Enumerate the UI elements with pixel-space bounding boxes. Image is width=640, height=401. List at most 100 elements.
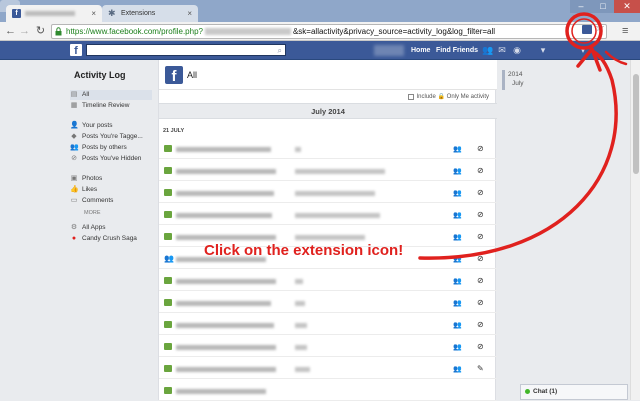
year-label[interactable]: 2014 (508, 70, 524, 79)
activity-row[interactable]: 👥 ⊘ (159, 206, 497, 225)
maximize-button[interactable]: □ (592, 0, 614, 13)
allowed-on-timeline-icon[interactable]: ⊘ (477, 188, 484, 197)
activity-row[interactable]: 👥 ✎ (159, 360, 497, 379)
sidebar-item-label: Posts by others (82, 144, 127, 151)
chat-sidebar-button[interactable]: Chat (1) (520, 384, 628, 400)
audience-friends-icon[interactable]: 👥 (453, 277, 462, 285)
tab-close-icon[interactable]: × (187, 9, 192, 18)
notifications-icon[interactable]: ◉ (512, 45, 522, 55)
close-window-button[interactable]: ✕ (614, 0, 640, 13)
tab-facebook[interactable]: f × (6, 5, 102, 22)
chrome-menu-icon[interactable]: ≡ (622, 25, 628, 38)
activity-detail-blurred (295, 367, 310, 372)
privacy-shortcuts-icon[interactable]: ▾ (538, 45, 548, 55)
only-me-checkbox[interactable] (407, 93, 414, 100)
audience-friends-icon[interactable]: 👥 (453, 189, 462, 197)
allowed-on-timeline-icon[interactable]: ⊘ (477, 166, 484, 175)
allowed-on-timeline-icon[interactable]: ⊘ (477, 276, 484, 285)
activity-row[interactable]: 👥 ⊘ (159, 162, 497, 181)
friend-icon: 👥 (164, 254, 174, 263)
activity-text-blurred (176, 301, 271, 306)
lock-icon (55, 27, 62, 36)
audience-friends-icon[interactable]: 👥 (453, 211, 462, 219)
allowed-on-timeline-icon[interactable]: ⊘ (477, 320, 484, 329)
audience-friends-icon[interactable]: 👥 (453, 365, 462, 373)
activity-text-blurred (176, 169, 276, 174)
comment-icon (164, 167, 172, 174)
bookmark-star-icon[interactable]: ☆ (595, 22, 605, 35)
activity-row[interactable]: 👥 ⊘ (159, 316, 497, 335)
audience-friends-icon[interactable]: 👥 (453, 145, 462, 153)
extension-icon[interactable] (582, 25, 592, 34)
sidebar-item-all[interactable]: ▤ All (70, 90, 152, 100)
comment-icon (164, 233, 172, 240)
month-label[interactable]: July (508, 79, 524, 88)
sidebar-item-timeline-review[interactable]: ▦ Timeline Review (70, 101, 152, 111)
home-link[interactable]: Home (411, 45, 430, 56)
sidebar-item-comments[interactable]: ▭ Comments (70, 196, 152, 206)
sidebar-item-label: Likes (82, 186, 98, 193)
sidebar-item-likes[interactable]: 👍 Likes (70, 185, 152, 195)
page-scrollbar[interactable] (630, 60, 640, 400)
activity-row[interactable]: 👥 ⊘ (159, 272, 497, 291)
facebook-favicon-icon: f (12, 9, 21, 18)
minimize-button[interactable]: – (570, 0, 592, 13)
scroll-thumb[interactable] (633, 74, 639, 174)
audience-friends-icon[interactable]: 👥 (453, 233, 462, 241)
year-links[interactable]: 2014 July (508, 70, 524, 88)
activity-row[interactable]: 👥 ⊘ (159, 338, 497, 357)
sidebar-more-link[interactable]: MORE (84, 210, 101, 216)
search-icon[interactable]: ⌕ (278, 46, 282, 56)
address-bar[interactable]: https://www.facebook.com/profile.php? &sk… (51, 24, 607, 39)
sidebar-item-hidden[interactable]: ⊘ Posts You've Hidden (70, 154, 152, 164)
edit-pencil-icon[interactable]: ✎ (477, 364, 484, 373)
audience-friends-icon[interactable]: 👥 (453, 255, 462, 263)
facebook-logo-icon[interactable]: f (70, 44, 82, 57)
activity-text-blurred (176, 323, 274, 328)
allowed-on-timeline-icon[interactable]: ⊘ (477, 210, 484, 219)
messages-icon[interactable]: ✉ (497, 45, 507, 55)
activity-detail-blurred (295, 279, 303, 284)
allowed-on-timeline-icon[interactable]: ⊘ (477, 254, 484, 263)
tab-extensions[interactable]: ✱ Extensions × (102, 5, 198, 22)
comment-icon (164, 189, 172, 196)
activity-detail-blurred (295, 323, 307, 328)
friend-requests-icon[interactable]: 👥 (482, 45, 493, 55)
allowed-on-timeline-icon[interactable]: ⊘ (477, 342, 484, 351)
allowed-on-timeline-icon[interactable]: ⊘ (477, 232, 484, 241)
find-friends-link[interactable]: Find Friends (436, 45, 478, 56)
sidebar-item-candy-crush[interactable]: ● Candy Crush Saga (70, 234, 152, 244)
facebook-logo-icon: f (165, 66, 183, 85)
activity-text-blurred (176, 235, 276, 240)
activity-row[interactable]: 👥 ⊘ (159, 140, 497, 159)
sidebar-item-photos[interactable]: ▣ Photos (70, 174, 152, 184)
only-me-filter[interactable]: Include 🔒 Only Me activity (407, 93, 490, 100)
only-me-label: Include 🔒 Only Me activity (416, 94, 490, 100)
browser-titlebar: f × ✱ Extensions × – □ ✕ (0, 0, 640, 22)
month-header: July 2014 (159, 103, 497, 119)
sidebar-item-all-apps[interactable]: ⚙ All Apps (70, 223, 152, 233)
account-settings-icon[interactable]: ▾ (578, 45, 588, 55)
tab-close-icon[interactable]: × (91, 9, 96, 18)
allowed-on-timeline-icon[interactable]: ⊘ (477, 298, 484, 307)
forward-arrow-icon[interactable]: → (18, 25, 31, 38)
audience-friends-icon[interactable]: 👥 (453, 299, 462, 307)
sidebar-item-tagged[interactable]: ◆ Posts You're Tagge... (70, 132, 152, 142)
sidebar-item-posts-by-others[interactable]: 👥 Posts by others (70, 143, 152, 153)
back-arrow-icon[interactable]: ← (4, 25, 17, 38)
facebook-search-input[interactable]: ⌕ (86, 44, 286, 56)
annotation-text: Click on the extension icon! (204, 242, 404, 259)
audience-friends-icon[interactable]: 👥 (453, 167, 462, 175)
activity-row[interactable]: 👥 ⊘ (159, 294, 497, 313)
audience-friends-icon[interactable]: 👥 (453, 343, 462, 351)
audience-friends-icon[interactable]: 👥 (453, 321, 462, 329)
sidebar-item-your-posts[interactable]: 👤 Your posts (70, 121, 152, 131)
activity-row[interactable]: 👥 ⊘ (159, 184, 497, 203)
reload-icon[interactable]: ↻ (34, 25, 47, 38)
comment-icon (164, 343, 172, 350)
activity-row[interactable] (159, 382, 497, 401)
profile-link-blurred[interactable] (374, 45, 404, 56)
comment-icon (164, 299, 172, 306)
sidebar-item-label: Photos (82, 175, 103, 182)
allowed-on-timeline-icon[interactable]: ⊘ (477, 144, 484, 153)
